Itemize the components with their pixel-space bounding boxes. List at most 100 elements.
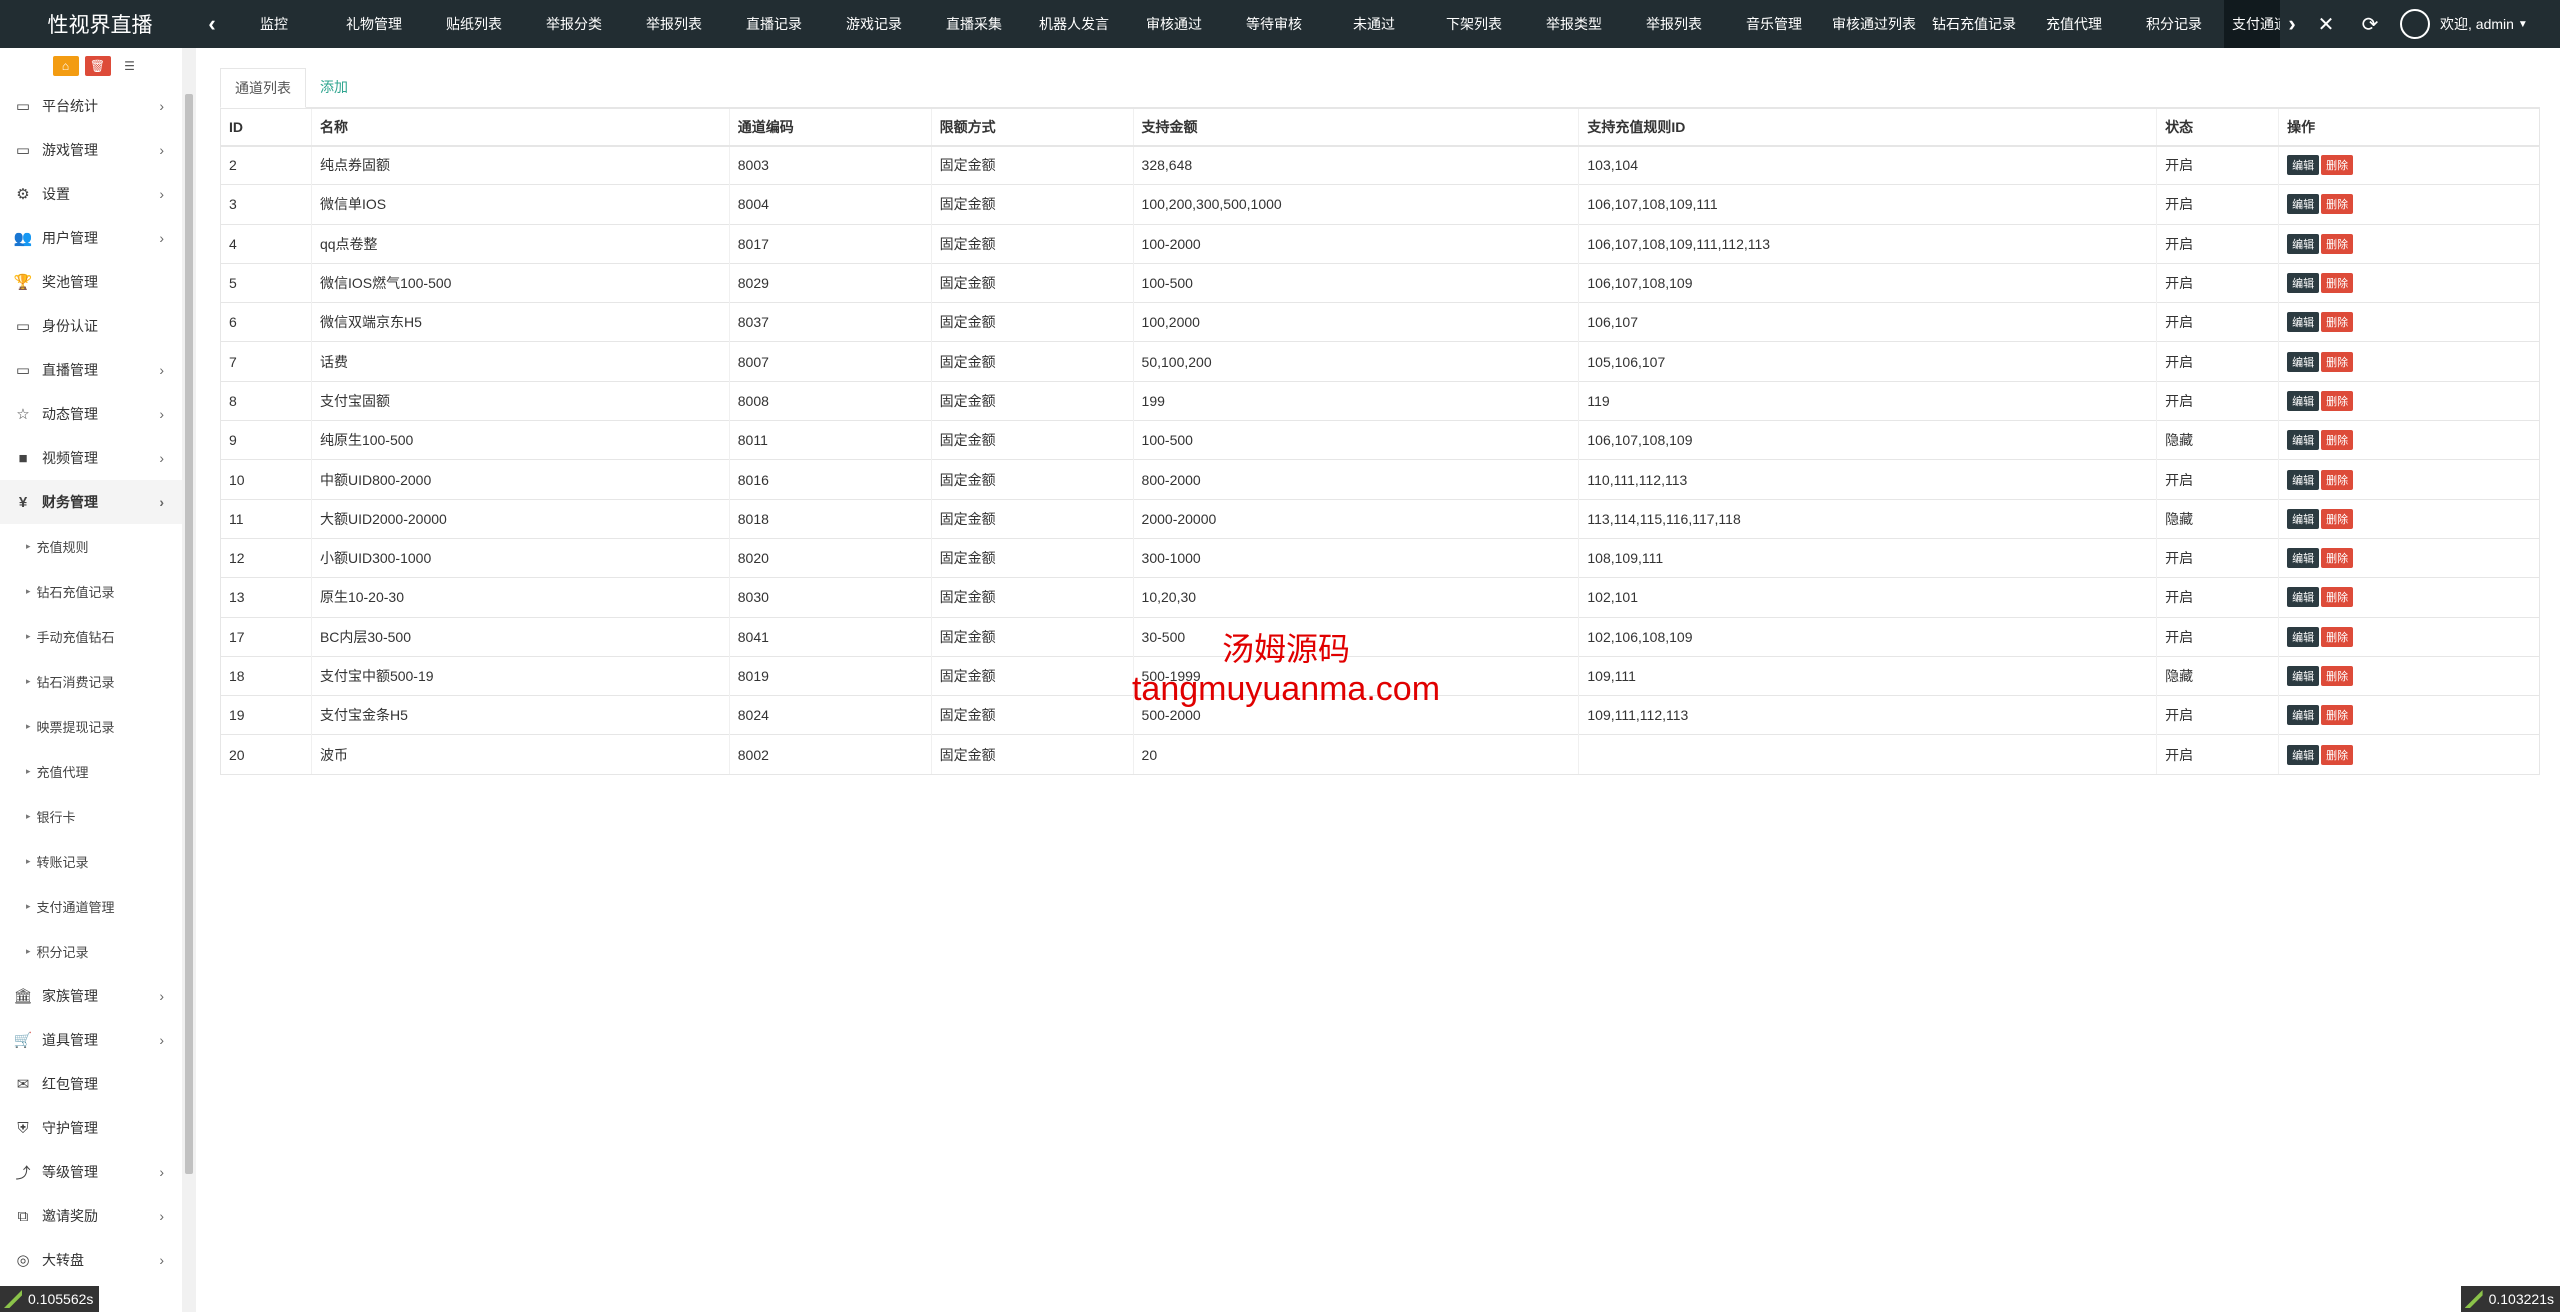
tab-16[interactable]: 审核通过列表 <box>1824 0 1924 48</box>
sidebar-subitem[interactable]: ▸ 支付通道管理 <box>0 884 182 929</box>
sidebar-subitem[interactable]: ▸ 钻石消费记录 <box>0 659 182 704</box>
table-cell: 328,648 <box>1132 144 1579 185</box>
sidebar-subitem[interactable]: ▸ 钻石充值记录 <box>0 569 182 614</box>
delete-button[interactable]: 删除 <box>2321 469 2354 490</box>
sidebar-item[interactable]: 🛒 道具管理 › <box>0 1018 182 1062</box>
edit-button[interactable]: 编辑 <box>2287 548 2320 569</box>
tab-10[interactable]: 等待审核 <box>1224 0 1324 48</box>
edit-button[interactable]: 编辑 <box>2287 155 2320 176</box>
tab-0[interactable]: 监控 <box>224 0 324 48</box>
scrollbar-thumb[interactable] <box>185 94 193 1174</box>
tab-8[interactable]: 机器人发言 <box>1024 0 1124 48</box>
tab-6[interactable]: 游戏记录 <box>824 0 924 48</box>
edit-button[interactable]: 编辑 <box>2287 390 2320 411</box>
sidebar-item[interactable]: ■ 视频管理 › <box>0 436 182 480</box>
tab-2[interactable]: 贴纸列表 <box>424 0 524 48</box>
sidebar-subitem[interactable]: ▸ 映票提现记录 <box>0 704 182 749</box>
delete-button[interactable]: 删除 <box>2321 430 2354 451</box>
edit-button[interactable]: 编辑 <box>2287 469 2320 490</box>
delete-button[interactable]: 删除 <box>2321 390 2354 411</box>
tab-11[interactable]: 未通过 <box>1324 0 1424 48</box>
edit-button[interactable]: 编辑 <box>2287 430 2320 451</box>
edit-button[interactable]: 编辑 <box>2287 626 2320 647</box>
sidebar-item[interactable]: ▭ 游戏管理 › <box>0 128 182 172</box>
edit-button[interactable]: 编辑 <box>2287 587 2320 608</box>
tab-1[interactable]: 礼物管理 <box>324 0 424 48</box>
sidebar-item[interactable]: 🏆 奖池管理 <box>0 260 182 304</box>
home-icon[interactable]: ⌂ <box>52 56 79 76</box>
delete-button[interactable]: 删除 <box>2321 155 2354 176</box>
tab-4[interactable]: 举报列表 <box>624 0 724 48</box>
refresh-icon[interactable]: ⟳ <box>2348 0 2392 48</box>
brand-logo[interactable]: 性视界直播 <box>0 0 200 48</box>
edit-button[interactable]: 编辑 <box>2287 233 2320 254</box>
actions-cell: 编辑 删除 <box>2278 144 2540 185</box>
sidebar-item[interactable]: ▭ 平台统计 › <box>0 84 182 128</box>
delete-button[interactable]: 删除 <box>2321 312 2354 333</box>
tab-12[interactable]: 下架列表 <box>1424 0 1524 48</box>
tab-channel-list[interactable]: 通道列表 <box>220 68 306 108</box>
delete-button[interactable]: 删除 <box>2321 587 2354 608</box>
trash-icon[interactable]: 🗑 <box>84 56 111 76</box>
tab-19[interactable]: 积分记录 <box>2124 0 2224 48</box>
tab-20[interactable]: 支付通道管理 <box>2224 0 2280 48</box>
sidebar-item[interactable]: ✉ 红包管理 <box>0 1062 182 1106</box>
delete-button[interactable]: 删除 <box>2321 351 2354 372</box>
sidebar-item[interactable]: ⤴ 等级管理 › <box>0 1150 182 1194</box>
delete-button[interactable]: 删除 <box>2321 273 2354 294</box>
sidebar-item[interactable]: ▭ 身份认证 <box>0 304 182 348</box>
tab-17[interactable]: 钻石充值记录 <box>1924 0 2024 48</box>
sidebar-item[interactable]: ▭ 直播管理 › <box>0 348 182 392</box>
table-cell: 固定金额 <box>930 734 1134 775</box>
edit-button[interactable]: 编辑 <box>2287 312 2320 333</box>
tab-14[interactable]: 举报列表 <box>1624 0 1724 48</box>
sidebar-subitem[interactable]: ▸ 转账记录 <box>0 839 182 884</box>
sidebar-scrollbar[interactable] <box>182 48 196 1312</box>
user-menu[interactable]: 欢迎, admin ▼ <box>2392 0 2542 48</box>
edit-button[interactable]: 编辑 <box>2287 273 2320 294</box>
tab-9[interactable]: 审核通过 <box>1124 0 1224 48</box>
delete-button[interactable]: 删除 <box>2321 666 2354 686</box>
table-cell: 开启 <box>2156 734 2279 775</box>
edit-button[interactable]: 编辑 <box>2287 351 2320 372</box>
sidebar-subitem[interactable]: ▸ 充值规则 <box>0 524 182 569</box>
delete-button[interactable]: 删除 <box>2321 194 2354 215</box>
close-tab-icon[interactable]: ✕ <box>2304 0 2348 48</box>
edit-button[interactable]: 编辑 <box>2287 194 2320 215</box>
edit-button[interactable]: 编辑 <box>2287 744 2320 765</box>
edit-button[interactable]: 编辑 <box>2287 666 2320 686</box>
delete-button[interactable]: 删除 <box>2321 508 2354 529</box>
tab-add[interactable]: 添加 <box>306 67 362 107</box>
tab-3[interactable]: 举报分类 <box>524 0 624 48</box>
sidebar-item[interactable]: 🏛 家族管理 › <box>0 974 182 1018</box>
tab-18[interactable]: 充值代理 <box>2024 0 2124 48</box>
sidebar-item[interactable]: ⛨ 守护管理 <box>0 1106 182 1150</box>
delete-button[interactable]: 删除 <box>2321 233 2354 254</box>
sidebar-subitem-label: 充值规则 <box>36 540 89 555</box>
sidebar-subitem[interactable]: ▸ 充值代理 <box>0 749 182 794</box>
delete-button[interactable]: 删除 <box>2321 626 2354 647</box>
sidebar-subitem[interactable]: ▸ 手动充值钻石 <box>0 614 182 659</box>
sidebar-item[interactable]: ⚙ 设置 › <box>0 172 182 216</box>
tab-15[interactable]: 音乐管理 <box>1724 0 1824 48</box>
sidebar-subitem[interactable]: ▸ 银行卡 <box>0 794 182 839</box>
edit-button[interactable]: 编辑 <box>2287 705 2320 726</box>
delete-button[interactable]: 删除 <box>2321 744 2354 765</box>
tab-13[interactable]: 举报类型 <box>1524 0 1624 48</box>
sidebar-subitem[interactable]: ▸ 积分记录 <box>0 929 182 974</box>
sidebar-item[interactable]: ◎ 大转盘 › <box>0 1238 182 1282</box>
delete-button[interactable]: 删除 <box>2321 705 2354 726</box>
tabs-scroll-right-icon[interactable]: › <box>2280 0 2304 48</box>
sidebar-item[interactable]: 👥 用户管理 › <box>0 216 182 260</box>
tab-5[interactable]: 直播记录 <box>724 0 824 48</box>
delete-button[interactable]: 删除 <box>2321 548 2354 569</box>
sidebar-menu: ▭ 平台统计 › ▭ 游戏管理 › ⚙ 设置 › 👥 用户管理 › 🏆 奖池管理 ▭ 身份认证 ▭ 直播管理 › ☆ 动… <box>0 84 195 1282</box>
list-icon[interactable]: ☰ <box>116 56 143 76</box>
sidebar-item[interactable]: ☆ 动态管理 › <box>0 392 182 436</box>
sidebar-item[interactable]: ⧉ 邀请奖励 › <box>0 1194 182 1238</box>
tab-7[interactable]: 直播采集 <box>924 0 1024 48</box>
tabs-scroll-left-icon[interactable]: ‹ <box>200 0 224 48</box>
table-cell: 110,111,112,113 <box>1578 459 2157 500</box>
edit-button[interactable]: 编辑 <box>2287 508 2320 529</box>
sidebar-item[interactable]: ¥ 财务管理 › <box>0 480 182 524</box>
